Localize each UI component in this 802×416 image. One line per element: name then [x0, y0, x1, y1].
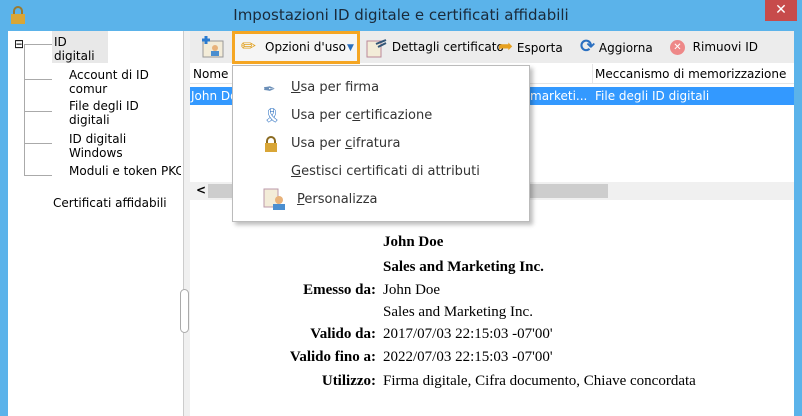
tree-line: [24, 143, 52, 144]
remove-label: Rimuovi ID: [692, 40, 758, 54]
usage-options-button[interactable]: ✏ Opzioni d'uso ▼: [232, 31, 360, 64]
cell-storage: File degli ID digitali: [595, 89, 710, 103]
menu-item-personalize[interactable]: Personalizza: [297, 192, 378, 207]
issued-by-value: John Doe: [383, 282, 441, 298]
scroll-left-icon[interactable]: <: [196, 183, 206, 197]
tree-item-trusted[interactable]: Certificati affidabili: [53, 196, 167, 210]
remove-icon: ✕: [670, 40, 685, 55]
menu-text: Usa per c: [291, 108, 353, 123]
menu-item-attributes[interactable]: Gestisci certificati di attributi: [291, 164, 480, 179]
chevron-down-icon: ▼: [347, 43, 354, 53]
menu-text: sa per firma: [300, 80, 380, 95]
valid-to-label: Valido fino a:: [289, 349, 376, 365]
tree-pane: ⊟ ID digitali Account di ID comur File d…: [8, 31, 184, 416]
menu-text: ersonalizza: [304, 192, 378, 207]
cell-name: John Do: [191, 89, 238, 103]
menu-text: rtificazione: [360, 108, 433, 123]
tree-line: [24, 79, 52, 80]
menu-item-encrypt[interactable]: Usa per cifratura: [291, 136, 400, 151]
cell-issuer: marketi...: [530, 89, 588, 103]
cert-name: John Doe: [383, 234, 444, 250]
valid-to-value: 2022/07/03 22:15:03 -07'00': [383, 349, 553, 365]
tree-line: [24, 175, 52, 176]
usage-label: Utilizzo:: [321, 373, 376, 389]
tree-item-pkcs[interactable]: Moduli e token PKCS: [69, 164, 181, 178]
usage-options-menu: ✒ Usa per firma 🎗 Usa per certificazione…: [232, 65, 530, 222]
window-title: Impostazioni ID digitale e certificati a…: [233, 6, 569, 24]
remove-id-button[interactable]: ✕ Rimuovi ID: [670, 35, 758, 59]
tree-item-id-digitali[interactable]: ID digitali: [52, 31, 108, 63]
tree-line: [24, 44, 52, 45]
tree-line: [24, 44, 25, 176]
usage-value: Firma digitale, Cifra documento, Chiave …: [383, 373, 696, 389]
valid-from-value: 2017/07/03 22:15:03 -07'00': [383, 326, 553, 342]
collapse-icon[interactable]: ⊟: [14, 37, 24, 51]
title-bar: Impostazioni ID digitale e certificati a…: [0, 0, 802, 31]
menu-item-sign[interactable]: Usa per firma: [291, 80, 379, 95]
tree-item-account[interactable]: Account di ID comur: [69, 68, 183, 96]
menu-mnemonic: G: [291, 164, 302, 179]
details-label: Dettagli certificato: [391, 40, 504, 54]
pencil-icon: ✏: [241, 36, 257, 57]
add-id-icon[interactable]: [200, 35, 224, 59]
column-divider[interactable]: [592, 64, 593, 84]
certificate-icon: [366, 38, 387, 57]
menu-mnemonic: U: [291, 80, 301, 95]
tree-item-windows[interactable]: ID digitali Windows: [69, 132, 183, 160]
tree-item-file[interactable]: File degli ID digitali: [69, 99, 183, 127]
cert-org: Sales and Marketing Inc.: [383, 259, 544, 275]
lock-icon: [265, 136, 277, 152]
menu-text: estisci certificati di attributi: [301, 164, 480, 179]
certificate-details: John Doe Sales and Marketing Inc. Emesso…: [190, 203, 794, 416]
personalize-icon: [263, 188, 285, 210]
column-header-name[interactable]: Nome: [193, 67, 228, 81]
details-button[interactable]: Dettagli certificato: [366, 35, 504, 59]
pen-icon: ✒: [263, 80, 276, 98]
ribbon-icon: 🎗: [263, 108, 281, 124]
close-button[interactable]: ✕: [765, 0, 797, 21]
export-arrow-icon: ➦: [498, 36, 514, 57]
tree-line: [24, 111, 52, 112]
menu-text: ifratura: [352, 136, 401, 151]
export-label: Esporta: [516, 41, 563, 55]
usage-options-label: Opzioni d'uso: [265, 40, 346, 54]
issued-by-label: Emesso da:: [303, 282, 376, 298]
issued-by-org: Sales and Marketing Inc.: [383, 304, 533, 320]
menu-item-certify[interactable]: Usa per certificazione: [291, 108, 432, 123]
refresh-icon: ⟳: [580, 36, 596, 57]
column-header-storage[interactable]: Meccanismo di memorizzazione: [595, 67, 786, 81]
refresh-button[interactable]: ⟳ Aggiorna: [580, 35, 653, 59]
refresh-label: Aggiorna: [598, 41, 653, 55]
valid-from-label: Valido da:: [310, 326, 376, 342]
splitter-grip[interactable]: [180, 289, 189, 333]
export-button[interactable]: ➦ Esporta: [498, 35, 563, 59]
menu-text: Usa per: [291, 136, 346, 151]
